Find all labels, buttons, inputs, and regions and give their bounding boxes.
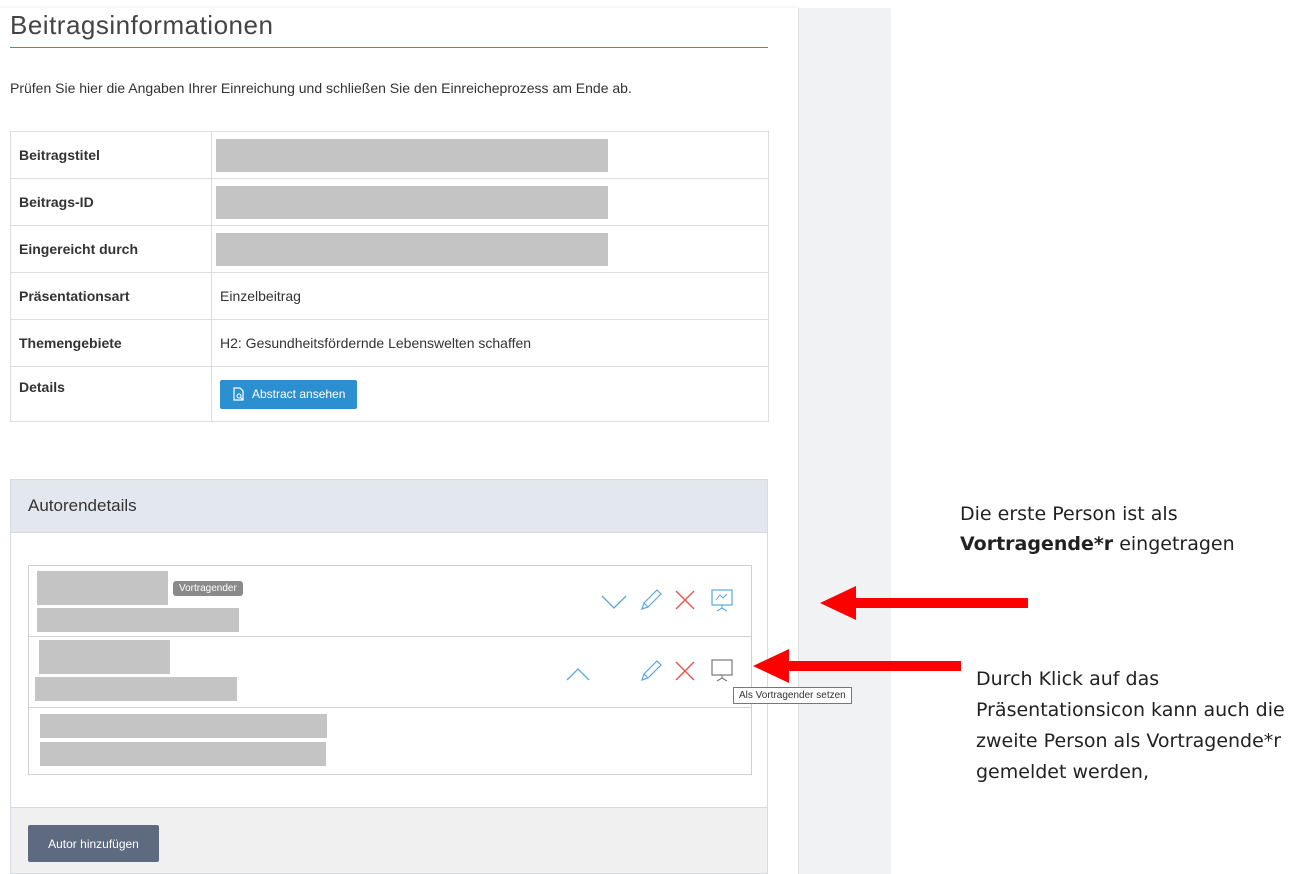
annotation-note-second-person: Durch Klick auf das Präsentationsicon ka… [976, 668, 1285, 783]
table-row: Themengebiete H2: Gesundheitsfördernde L… [10, 319, 769, 367]
close-icon[interactable] [674, 660, 696, 682]
note-text: Die erste Person ist als [960, 503, 1178, 525]
side-background [799, 8, 891, 874]
note-text: eingetragen [1113, 533, 1235, 555]
author-name-redacted [39, 640, 170, 674]
table-row: Details Abstract ansehen [10, 366, 769, 422]
close-icon[interactable] [674, 589, 696, 611]
chevron-down-icon[interactable] [601, 594, 627, 610]
redacted-value [216, 232, 608, 266]
author-affiliation-redacted [37, 608, 239, 632]
annotation-arrow-left-icon [820, 586, 1028, 620]
view-abstract-button[interactable]: Abstract ansehen [220, 379, 358, 409]
intro-text: Prüfen Sie hier die Angaben Ihrer Einrei… [10, 80, 632, 96]
tooltip: Als Vortragender setzen [733, 687, 852, 704]
row-value-title [211, 131, 769, 179]
row-value-details: Abstract ansehen [211, 366, 769, 422]
list-item: Vortragender [29, 566, 751, 637]
submission-info-table: Beitragstitel Beitrags-ID Eingereicht du… [10, 131, 769, 422]
row-value-presentation-type: Einzelbeitrag [211, 272, 769, 320]
add-author-button[interactable]: Autor hinzufügen [28, 825, 159, 862]
row-label-submitter: Eingereicht durch [10, 225, 212, 273]
pencil-icon[interactable] [639, 588, 663, 612]
author-name-redacted [37, 571, 168, 605]
document-search-icon [233, 387, 244, 401]
list-item [29, 636, 751, 708]
row-label-presentation-type: Präsentationsart [10, 272, 212, 320]
chevron-up-icon[interactable] [566, 668, 590, 682]
presenter-badge: Vortragender [173, 581, 243, 596]
table-row: Beitragstitel [10, 131, 769, 179]
row-label-title: Beitragstitel [10, 131, 212, 179]
row-value-topics: H2: Gesundheitsfördernde Lebenswelten sc… [211, 319, 769, 367]
presentation-icon[interactable] [710, 588, 734, 612]
presentation-icon[interactable] [710, 658, 734, 682]
row-label-topics: Themengebiete [10, 319, 212, 367]
row-label-details: Details [10, 366, 212, 422]
table-row: Beitrags-ID [10, 178, 769, 226]
table-row: Präsentationsart Einzelbeitrag [10, 272, 769, 320]
author-affiliation-redacted [40, 742, 326, 766]
row-value-id [211, 178, 769, 226]
page-title: Beitragsinformationen [10, 10, 768, 48]
pencil-icon[interactable] [639, 659, 663, 683]
author-card-footer: Autor hinzufügen [11, 807, 767, 873]
note-bold-text: Vortragende*r [960, 533, 1114, 555]
row-value-submitter [211, 225, 769, 273]
redacted-value [216, 138, 608, 172]
annotation-arrow-left-icon [753, 649, 961, 683]
row-label-id: Beitrags-ID [10, 178, 212, 226]
redacted-value [216, 185, 608, 219]
author-details-card: Autorendetails Vortragender Autor hinzuf… [10, 479, 768, 874]
view-abstract-label: Abstract ansehen [252, 387, 346, 401]
table-row: Eingereicht durch [10, 225, 769, 273]
list-item [29, 707, 751, 774]
author-details-heading: Autorendetails [11, 480, 767, 533]
annotation-note-presenter: Die erste Person ist als Vortragende*r e… [960, 499, 1300, 559]
author-affiliation-redacted [35, 677, 237, 701]
author-name-redacted [40, 714, 327, 738]
author-list: Vortragender [28, 565, 752, 775]
